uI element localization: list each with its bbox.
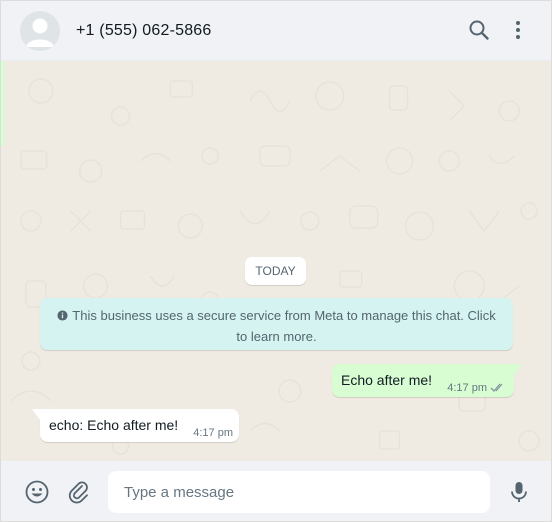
menu-icon[interactable] [506, 18, 530, 42]
message-input[interactable] [108, 471, 490, 513]
message-list[interactable]: TODAY This business uses a secure servic… [1, 61, 551, 461]
encryption-notice-text: This business uses a secure service from… [72, 308, 496, 344]
outgoing-message[interactable]: Echo after me! 4:17 pm [332, 364, 522, 397]
message-time: 4:17 pm [447, 382, 487, 394]
mic-icon[interactable] [506, 479, 532, 505]
encryption-notice[interactable]: This business uses a secure service from… [40, 298, 513, 350]
chat-header: +1 (555) 062-5866 [1, 1, 551, 61]
bubble-tail-icon [514, 364, 522, 375]
date-divider: TODAY [245, 257, 306, 285]
incoming-message[interactable]: echo: Echo after me! 4:17 pm [32, 409, 239, 442]
message-time: 4:17 pm [193, 427, 233, 439]
search-icon[interactable] [467, 18, 491, 42]
message-text: echo: Echo after me! [49, 417, 179, 433]
read-ticks-icon [490, 383, 503, 392]
contact-name[interactable]: +1 (555) 062-5866 [76, 22, 212, 40]
emoji-icon[interactable] [24, 479, 50, 505]
info-icon [57, 310, 68, 321]
message-composer [1, 461, 551, 521]
bubble-tail-icon [32, 409, 40, 420]
attach-icon[interactable] [66, 479, 92, 505]
message-text: Echo after me! [341, 372, 433, 388]
avatar-icon[interactable] [20, 11, 60, 51]
chat-window: +1 (555) 062-5866 TODAY This business us… [0, 0, 552, 522]
scroll-accent [1, 61, 4, 146]
